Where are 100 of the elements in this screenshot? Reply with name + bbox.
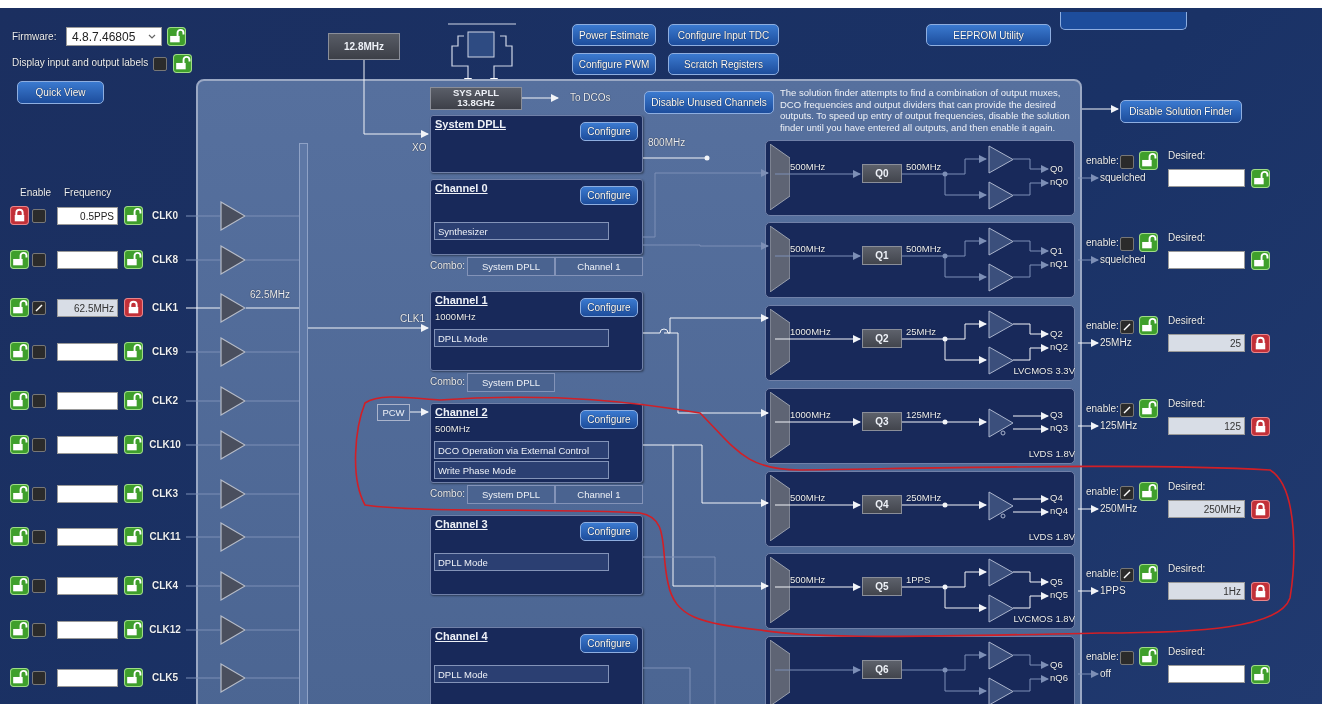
frequency-unlocked-padlock-icon[interactable]	[124, 620, 143, 639]
toolbar-button[interactable]: Power Estimate	[572, 24, 656, 46]
checkbox[interactable]	[1120, 651, 1134, 665]
desired-locked-padlock-icon[interactable]	[1251, 500, 1270, 519]
toolbar-button[interactable]	[1060, 12, 1187, 30]
enable-unlocked-padlock-icon[interactable]	[10, 250, 29, 269]
toolbar-button[interactable]: Configure Input TDC	[668, 24, 779, 46]
toolbar-button[interactable]: Scratch Registers	[668, 53, 779, 75]
checkbox[interactable]	[1120, 568, 1134, 582]
configure-button[interactable]: Configure	[580, 410, 638, 429]
input-frequency-field[interactable]: 62.5MHz	[57, 299, 118, 317]
enable-unlocked-padlock-icon[interactable]	[1139, 233, 1158, 252]
enable-unlocked-padlock-icon[interactable]	[1139, 482, 1158, 501]
checkbox[interactable]	[32, 530, 46, 544]
enable-locked-padlock-icon[interactable]	[10, 206, 29, 225]
enable-unlocked-padlock-icon[interactable]	[1139, 564, 1158, 583]
input-frequency-field[interactable]	[57, 621, 118, 639]
enable-unlocked-padlock-icon[interactable]	[10, 342, 29, 361]
channel-title[interactable]: Channel 3	[435, 518, 488, 530]
disable-solution-finder-button[interactable]: Disable Solution Finder	[1120, 100, 1242, 123]
channel-title[interactable]: Channel 4	[435, 630, 488, 642]
enable-unlocked-padlock-icon[interactable]	[10, 391, 29, 410]
checkbox[interactable]	[1120, 155, 1134, 169]
checkbox[interactable]	[32, 579, 46, 593]
desired-frequency-field[interactable]	[1168, 665, 1245, 683]
checkbox[interactable]	[153, 57, 167, 71]
enable-unlocked-padlock-icon[interactable]	[10, 298, 29, 317]
channel-title[interactable]: Channel 1	[435, 294, 488, 306]
checkbox[interactable]	[1120, 237, 1134, 251]
input-frequency-field[interactable]	[57, 528, 118, 546]
checkbox[interactable]	[1120, 403, 1134, 417]
input-frequency-field[interactable]	[57, 436, 118, 454]
checkbox[interactable]	[32, 345, 46, 359]
input-frequency-field[interactable]	[57, 485, 118, 503]
desired-frequency-field[interactable]	[1168, 251, 1245, 269]
frequency-unlocked-padlock-icon[interactable]	[124, 391, 143, 410]
desired-frequency-field[interactable]: 250MHz	[1168, 500, 1245, 518]
enable-unlocked-padlock-icon[interactable]	[10, 668, 29, 687]
configure-button[interactable]: Configure	[580, 186, 638, 205]
checkbox[interactable]	[32, 487, 46, 501]
frequency-locked-padlock-icon[interactable]	[124, 298, 143, 317]
disable-unused-channels-button[interactable]: Disable Unused Channels	[644, 91, 774, 114]
toolbar-button[interactable]: EEPROM Utility	[926, 24, 1051, 46]
frequency-unlocked-padlock-icon[interactable]	[124, 527, 143, 546]
checkbox[interactable]	[32, 671, 46, 685]
desired-frequency-field[interactable]	[1168, 169, 1245, 187]
enable-unlocked-padlock-icon[interactable]	[10, 527, 29, 546]
checkbox[interactable]	[32, 209, 46, 223]
quick-view-button[interactable]: Quick View	[17, 81, 104, 104]
firmware-unlocked-padlock-icon[interactable]	[167, 27, 186, 46]
checkbox[interactable]	[32, 394, 46, 408]
checkbox[interactable]	[32, 438, 46, 452]
frequency-unlocked-padlock-icon[interactable]	[124, 206, 143, 225]
frequency-unlocked-padlock-icon[interactable]	[124, 668, 143, 687]
enable-unlocked-padlock-icon[interactable]	[10, 620, 29, 639]
firmware-dropdown[interactable]: 4.8.7.46805	[66, 27, 162, 46]
enable-unlocked-padlock-icon[interactable]	[1139, 316, 1158, 335]
desired-frequency-field[interactable]: 25	[1168, 334, 1245, 352]
desired-unlocked-padlock-icon[interactable]	[1251, 665, 1270, 684]
enable-label: enable:	[1086, 320, 1119, 332]
frequency-unlocked-padlock-icon[interactable]	[124, 484, 143, 503]
signal-wire	[1012, 425, 1049, 433]
enable-unlocked-padlock-icon[interactable]	[1139, 647, 1158, 666]
frequency-unlocked-padlock-icon[interactable]	[124, 342, 143, 361]
frequency-unlocked-padlock-icon[interactable]	[124, 250, 143, 269]
input-frequency-field[interactable]	[57, 577, 118, 595]
input-frequency-field[interactable]	[57, 251, 118, 269]
enable-unlocked-padlock-icon[interactable]	[10, 484, 29, 503]
input-frequency-field[interactable]	[57, 343, 118, 361]
enable-unlocked-padlock-icon[interactable]	[10, 435, 29, 454]
checkbox[interactable]	[1120, 486, 1134, 500]
desired-unlocked-padlock-icon[interactable]	[1251, 169, 1270, 188]
frequency-unlocked-padlock-icon[interactable]	[124, 435, 143, 454]
input-frequency-field[interactable]: 0.5PPS	[57, 207, 118, 225]
enable-unlocked-padlock-icon[interactable]	[1139, 151, 1158, 170]
checkbox[interactable]	[32, 253, 46, 267]
checkbox[interactable]	[32, 623, 46, 637]
frequency-unlocked-padlock-icon[interactable]	[124, 576, 143, 595]
configure-button[interactable]: Configure	[580, 522, 638, 541]
enable-unlocked-padlock-icon[interactable]	[10, 576, 29, 595]
desired-locked-padlock-icon[interactable]	[1251, 417, 1270, 436]
desired-unlocked-padlock-icon[interactable]	[1251, 251, 1270, 270]
labels-unlocked-padlock-icon[interactable]	[173, 54, 192, 73]
checkbox[interactable]	[32, 301, 46, 315]
enable-unlocked-padlock-icon[interactable]	[1139, 399, 1158, 418]
checkbox[interactable]	[1120, 320, 1134, 334]
channel-title[interactable]: System DPLL	[435, 118, 506, 130]
configure-button[interactable]: Configure	[580, 634, 638, 653]
input-frequency-field[interactable]	[57, 669, 118, 687]
desired-frequency-field[interactable]: 125	[1168, 417, 1245, 435]
desired-frequency-field[interactable]: 1Hz	[1168, 582, 1245, 600]
signal-wire	[1012, 240, 1049, 255]
desired-locked-padlock-icon[interactable]	[1251, 582, 1270, 601]
channel-title[interactable]: Channel 0	[435, 182, 488, 194]
toolbar-button[interactable]: Configure PWM	[572, 53, 656, 75]
configure-button[interactable]: Configure	[580, 298, 638, 317]
channel-title[interactable]: Channel 2	[435, 406, 488, 418]
input-frequency-field[interactable]	[57, 392, 118, 410]
desired-locked-padlock-icon[interactable]	[1251, 334, 1270, 353]
configure-button[interactable]: Configure	[580, 122, 638, 141]
